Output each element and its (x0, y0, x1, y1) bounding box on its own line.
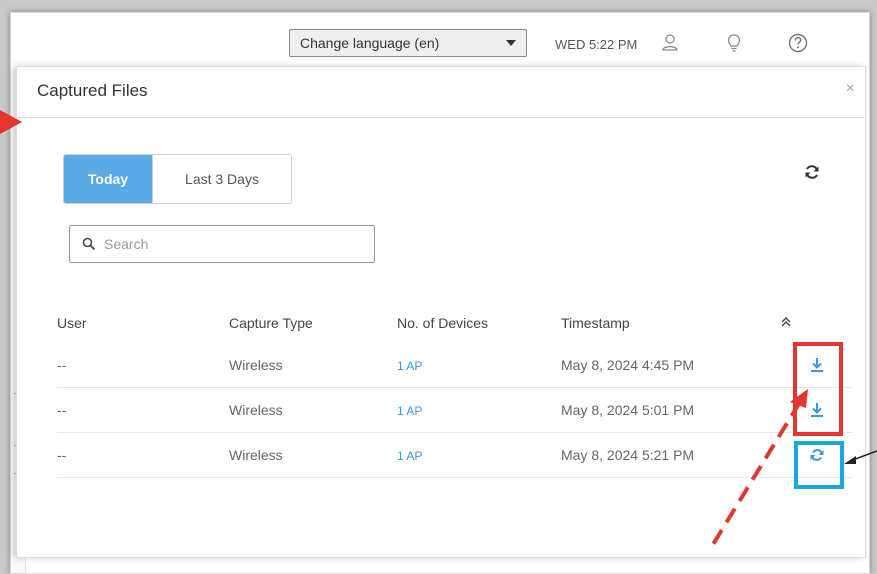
arrow-head (790, 389, 808, 408)
annotation-overlay (0, 110, 877, 546)
pointer-arrow (0, 110, 22, 134)
arrow-head (844, 456, 856, 464)
dashed-callout-line (710, 400, 802, 546)
